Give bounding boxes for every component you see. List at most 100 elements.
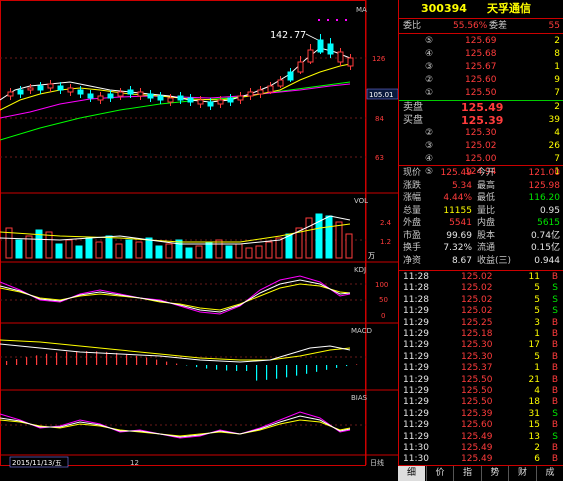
period-label[interactable]: 日线: [370, 458, 384, 467]
tab-4[interactable]: 财: [508, 466, 536, 481]
volume-bar: [16, 240, 22, 258]
tick-direction: B: [552, 329, 558, 340]
tick-direction: B: [552, 272, 558, 283]
tick-row: 11:30125.492B: [399, 443, 563, 454]
ask-qty: 8: [554, 48, 560, 61]
tick-row: 11:30125.496B: [399, 454, 563, 465]
price-high-annotation: 142.77: [270, 30, 306, 41]
tick-price: 125.60: [461, 420, 493, 431]
divider: [399, 270, 563, 271]
tab-0[interactable]: 细: [398, 466, 425, 481]
candle-body: [18, 90, 23, 94]
candle-body: [148, 94, 153, 98]
vol-unit: 万: [368, 252, 375, 260]
macd-bar: [276, 365, 277, 379]
bid-price: 125.30: [465, 127, 497, 140]
tick-time: 11:29: [403, 329, 429, 340]
volume-bar: [266, 242, 272, 258]
macd-bar: [226, 365, 227, 371]
candle-body: [338, 52, 343, 62]
candle-body: [78, 90, 83, 94]
candle-body: [218, 100, 223, 104]
tick-direction: B: [552, 386, 558, 397]
tick-volume: 11: [529, 272, 540, 283]
tick-volume: 1: [534, 329, 540, 340]
macd-bar: [326, 365, 327, 370]
ask-row[interactable]: ①125.507: [399, 87, 563, 100]
weibi-row: 委比 55.56% 委差 55: [399, 20, 563, 33]
sell-label: 卖盘: [403, 101, 423, 114]
candlesticks: [8, 34, 353, 110]
volume-bar: [326, 216, 332, 258]
stock-header: 300394 天孚通信: [399, 2, 563, 15]
tick-price: 125.02: [461, 306, 493, 317]
bid-level: ③: [425, 140, 433, 153]
candle-body: [118, 92, 123, 96]
candle-body: [138, 92, 143, 96]
tick-price: 125.18: [461, 329, 493, 340]
quote-label: 外盘: [403, 217, 421, 230]
tick-time: 11:29: [403, 306, 429, 317]
ask-row[interactable]: ⑤125.692: [399, 35, 563, 48]
candle-body: [8, 92, 13, 96]
tick-price: 125.50: [461, 397, 493, 408]
ask-row[interactable]: ③125.671: [399, 61, 563, 74]
volume-bar: [96, 242, 102, 258]
volume-bar: [106, 236, 112, 258]
sell-row[interactable]: 卖盘 125.49 2: [399, 101, 563, 114]
tick-volume: 13: [529, 432, 540, 443]
candle-body: [328, 44, 333, 54]
quote-value: 11155: [443, 205, 472, 218]
vol-axis-tick: 2.4: [380, 219, 392, 227]
bid-qty: 4: [554, 127, 560, 140]
month-label: 12: [130, 459, 139, 467]
volume-bar: [196, 246, 202, 258]
ask-qty: 9: [554, 74, 560, 87]
ask-level: ③: [425, 61, 433, 74]
tick-row: 11:29125.504B: [399, 386, 563, 397]
bid-row[interactable]: ② 125.30 4: [399, 127, 563, 140]
stock-code: 300394: [421, 2, 467, 15]
ask-price: 125.67: [465, 61, 497, 74]
ask-row[interactable]: ②125.609: [399, 74, 563, 87]
quote-label: 涨跌: [403, 180, 421, 193]
quote-label: 收益(三): [477, 255, 511, 268]
candle-body: [68, 88, 73, 92]
tab-5[interactable]: 成: [536, 466, 563, 481]
macd-bar: [146, 358, 147, 365]
macd-bar: [246, 365, 247, 371]
macd-bar: [6, 361, 7, 365]
quote-label: 流通: [477, 242, 495, 255]
tick-price: 125.49: [461, 432, 493, 443]
bid-row[interactable]: ③125.0226: [399, 140, 563, 153]
macd-bar: [266, 365, 267, 380]
quote-label: 换手: [403, 242, 421, 255]
volume-bar: [156, 246, 162, 258]
macd-bar: [86, 351, 87, 365]
quote-label: 涨幅: [403, 192, 421, 205]
volume-bar: [136, 242, 142, 258]
tick-price: 125.02: [461, 295, 493, 306]
tick-volume: 15: [529, 420, 540, 431]
bid-level: ②: [425, 127, 433, 140]
quote-value: 4.44%: [443, 192, 472, 205]
buy-row[interactable]: 买盘 125.39 39: [399, 114, 563, 127]
tab-2[interactable]: 指: [453, 466, 481, 481]
sell-price: 125.49: [461, 101, 503, 114]
tick-price: 125.02: [461, 272, 493, 283]
quote-row: 换手7.32%流通0.15亿: [399, 242, 563, 255]
ask-row[interactable]: ④125.688: [399, 48, 563, 61]
tick-row: 11:29125.025S: [399, 306, 563, 317]
tick-volume: 1: [534, 363, 540, 374]
macd-bar: [306, 365, 307, 374]
sell-qty: 2: [554, 101, 560, 114]
volume-bar: [86, 238, 92, 258]
tab-3[interactable]: 势: [481, 466, 509, 481]
volume-bar: [186, 248, 192, 258]
candle-body: [88, 94, 93, 98]
tab-1[interactable]: 价: [426, 466, 454, 481]
macd-bar: [236, 365, 237, 371]
quote-row: 市盈99.69股本0.74亿: [399, 230, 563, 243]
kline-chart-panel[interactable]: MA 142.77 126 105.01 84 63 VOL 2.4 1.2 万…: [0, 0, 398, 480]
buy-qty: 39: [549, 114, 560, 127]
